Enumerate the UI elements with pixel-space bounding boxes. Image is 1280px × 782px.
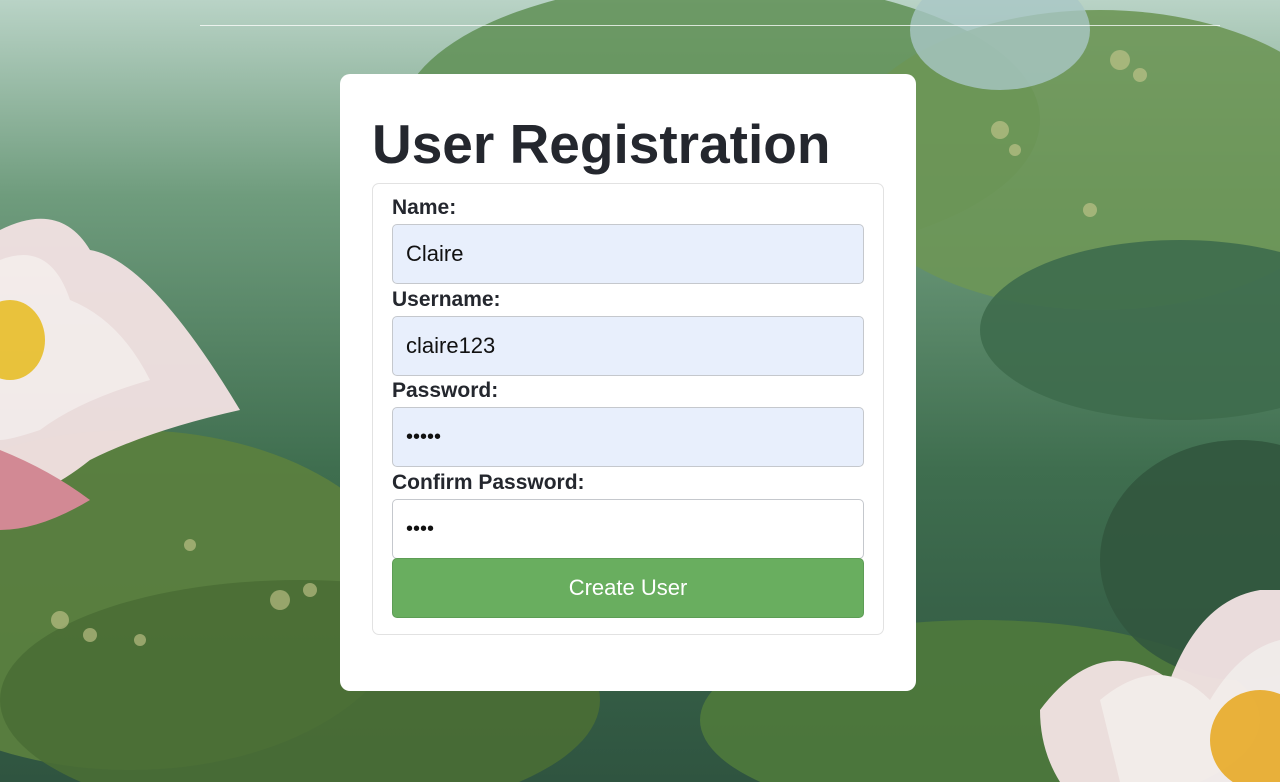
page-title: User Registration — [372, 113, 831, 175]
registration-form: Name: Username: Password: Confirm Passwo… — [372, 183, 884, 635]
name-input[interactable] — [392, 224, 864, 284]
name-label: Name: — [392, 196, 457, 219]
confirm-password-label: Confirm Password: — [392, 471, 585, 494]
username-input[interactable] — [392, 316, 864, 376]
password-label: Password: — [392, 379, 499, 402]
username-label: Username: — [392, 288, 501, 311]
password-input[interactable] — [392, 407, 864, 467]
confirm-password-input[interactable] — [392, 499, 864, 559]
top-divider — [200, 25, 1220, 26]
registration-card: User Registration Name: Username: Passwo… — [340, 74, 916, 691]
create-user-button[interactable]: Create User — [392, 558, 864, 618]
